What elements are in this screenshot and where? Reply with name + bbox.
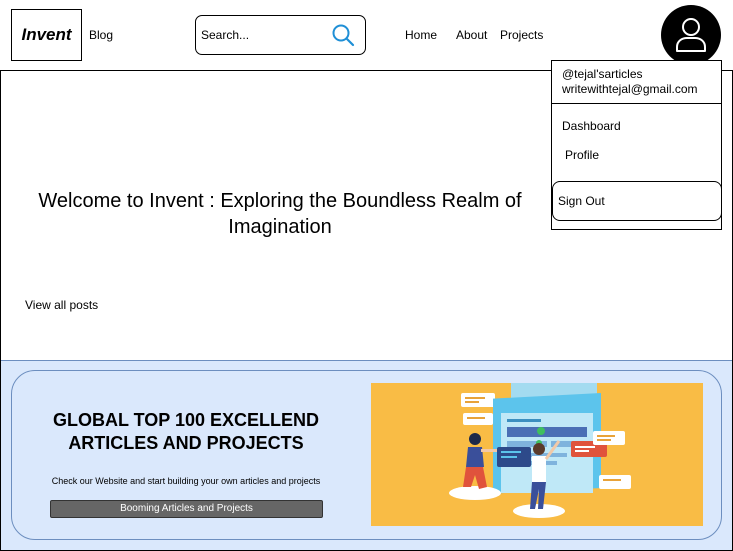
avatar[interactable] — [661, 5, 721, 65]
banner-illustration — [371, 383, 703, 526]
menu-divider — [552, 103, 721, 104]
user-email: writewithtejal@gmail.com — [562, 82, 698, 96]
nav-home[interactable]: Home — [405, 28, 437, 42]
banner-title: GLOBAL TOP 100 EXCELLEND ARTICLES AND PR… — [52, 410, 320, 453]
nav-projects[interactable]: Projects — [500, 28, 543, 42]
user-handle: @tejal'sarticles — [562, 67, 643, 81]
nav-blog[interactable]: Blog — [89, 28, 113, 42]
search-icon[interactable] — [331, 23, 355, 47]
user-icon — [676, 18, 706, 52]
logo[interactable]: Invent — [11, 9, 82, 61]
menu-item-profile[interactable]: Profile — [565, 148, 599, 162]
search-input[interactable] — [201, 24, 321, 46]
booming-articles-button[interactable]: Booming Articles and Projects — [50, 500, 323, 518]
menu-item-dashboard[interactable]: Dashboard — [562, 119, 621, 133]
sign-out-button[interactable]: Sign Out — [552, 181, 722, 221]
view-all-posts-link[interactable]: View all posts — [25, 298, 98, 312]
user-menu: @tejal'sarticles writewithtejal@gmail.co… — [551, 60, 722, 230]
nav-about[interactable]: About — [456, 28, 487, 42]
welcome-heading: Welcome to Invent : Exploring the Boundl… — [38, 190, 522, 238]
banner-subtitle: Check our Website and start building you… — [51, 476, 321, 486]
